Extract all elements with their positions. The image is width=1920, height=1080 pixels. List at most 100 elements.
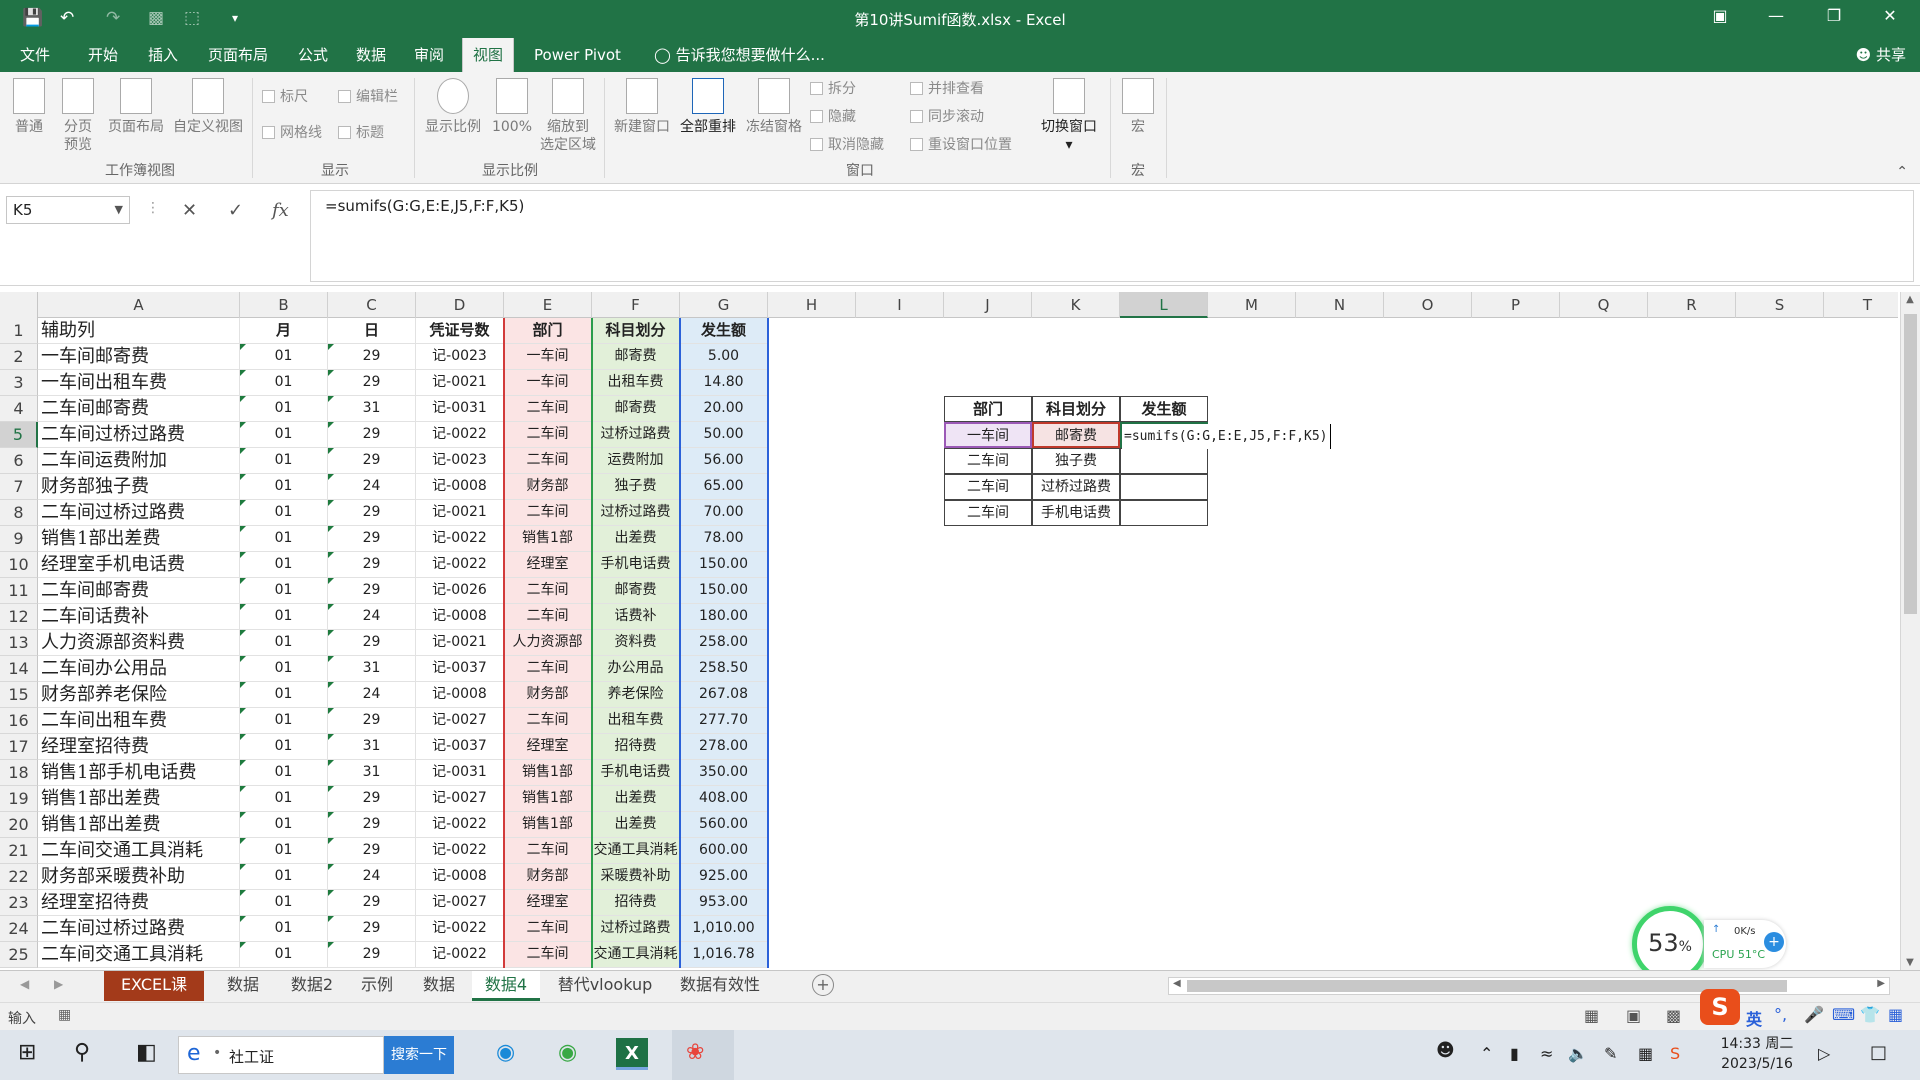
data-cell[interactable]: 经理室招待费 (38, 890, 240, 916)
data-cell[interactable]: 二车间过桥过路费 (38, 916, 240, 942)
people-icon[interactable]: ☻ (1436, 1040, 1455, 1061)
data-cell[interactable]: 31 (328, 656, 416, 682)
data-cell[interactable]: 手机电话费 (592, 760, 680, 786)
summary-item-cell[interactable]: 邮寄费 (1032, 422, 1120, 448)
data-cell[interactable]: 560.00 (680, 812, 768, 838)
data-cell[interactable]: 销售1部手机电话费 (38, 760, 240, 786)
scroll-thumb[interactable] (1904, 314, 1917, 614)
data-cell[interactable]: 925.00 (680, 864, 768, 890)
header-cell[interactable]: 日 (328, 318, 416, 344)
data-cell[interactable]: 24 (328, 864, 416, 890)
add-sheet-icon[interactable]: + (812, 974, 834, 996)
scroll-up-icon[interactable]: ▲ (1903, 294, 1917, 305)
formula-bar-checkbox[interactable]: 编辑栏 (338, 88, 398, 106)
data-cell[interactable]: 二车间 (504, 708, 592, 734)
data-cell[interactable]: 29 (328, 500, 416, 526)
scroll-thumb[interactable] (1187, 980, 1787, 992)
zoom-button[interactable]: 显示比例 (420, 78, 486, 136)
data-cell[interactable]: 01 (240, 864, 328, 890)
data-cell[interactable]: 1,010.00 (680, 916, 768, 942)
column-header-i[interactable]: I (856, 292, 944, 318)
summary-amount-cell[interactable] (1120, 474, 1208, 500)
data-cell[interactable]: 01 (240, 500, 328, 526)
data-cell[interactable]: 一车间 (504, 344, 592, 370)
row-header[interactable]: 17 (0, 734, 38, 760)
tab-insert[interactable]: 插入 (138, 38, 188, 72)
data-cell[interactable]: 话费补 (592, 604, 680, 630)
data-cell[interactable]: 财务部独子费 (38, 474, 240, 500)
summary-item-cell[interactable]: 手机电话费 (1032, 500, 1120, 526)
row-header[interactable]: 5 (0, 422, 38, 448)
data-cell[interactable]: 记-0008 (416, 864, 504, 890)
prev-sheet-icon[interactable]: ◀ (20, 977, 29, 991)
collapse-ribbon-icon[interactable]: ⌃ (1896, 164, 1908, 180)
row-header[interactable]: 8 (0, 500, 38, 526)
select-all-corner[interactable] (0, 292, 38, 318)
normal-view-icon[interactable]: ▦ (1584, 1006, 1599, 1025)
data-cell[interactable]: 记-0027 (416, 890, 504, 916)
row-header[interactable]: 21 (0, 838, 38, 864)
reset-window-position-button[interactable]: 重设窗口位置 (910, 136, 1012, 154)
summary-dept-cell[interactable]: 一车间 (944, 422, 1032, 448)
data-cell[interactable]: 278.00 (680, 734, 768, 760)
data-cell[interactable]: 记-0022 (416, 838, 504, 864)
data-cell[interactable]: 29 (328, 942, 416, 968)
sheet-tab[interactable]: 示例 (350, 971, 404, 1001)
data-cell[interactable]: 29 (328, 630, 416, 656)
data-cell[interactable]: 29 (328, 526, 416, 552)
sogou-tray-icon[interactable]: S (1670, 1044, 1680, 1063)
windows-start-icon[interactable]: ⊞ (18, 1040, 36, 1065)
data-cell[interactable]: 01 (240, 578, 328, 604)
gridlines-checkbox[interactable]: 网格线 (262, 124, 322, 142)
data-cell[interactable]: 56.00 (680, 448, 768, 474)
summary-header-cell[interactable]: 部门 (944, 396, 1032, 422)
data-cell[interactable]: 过桥过路费 (592, 916, 680, 942)
row-header[interactable]: 16 (0, 708, 38, 734)
row-header[interactable]: 7 (0, 474, 38, 500)
scroll-down-icon[interactable]: ▼ (1903, 957, 1917, 968)
row-header[interactable]: 19 (0, 786, 38, 812)
data-cell[interactable]: 5.00 (680, 344, 768, 370)
data-cell[interactable]: 01 (240, 552, 328, 578)
restore-button[interactable]: ❐ (1814, 6, 1854, 25)
task-view-icon[interactable]: ◧ (136, 1040, 157, 1065)
column-header-p[interactable]: P (1472, 292, 1560, 318)
page-layout-icon[interactable]: ▣ (1626, 1006, 1641, 1025)
data-cell[interactable]: 180.00 (680, 604, 768, 630)
data-cell[interactable]: 01 (240, 396, 328, 422)
punctuation-icon[interactable]: °, (1774, 1005, 1787, 1024)
data-cell[interactable]: 财务部 (504, 682, 592, 708)
data-cell[interactable]: 二车间 (504, 422, 592, 448)
data-cell[interactable]: 养老保险 (592, 682, 680, 708)
data-cell[interactable]: 29 (328, 370, 416, 396)
data-cell[interactable]: 29 (328, 708, 416, 734)
search-go-button[interactable]: 搜索一下 (384, 1036, 454, 1074)
tab-file[interactable]: 文件 (10, 38, 60, 72)
data-cell[interactable]: 01 (240, 838, 328, 864)
summary-header-cell[interactable]: 科目划分 (1032, 396, 1120, 422)
summary-amount-cell[interactable] (1120, 500, 1208, 526)
row-header[interactable]: 15 (0, 682, 38, 708)
tab-home[interactable]: 开始 (78, 38, 128, 72)
column-header-g[interactable]: G (680, 292, 768, 318)
data-cell[interactable]: 953.00 (680, 890, 768, 916)
tab-view[interactable]: 视图 (462, 38, 515, 72)
tab-data[interactable]: 数据 (346, 38, 396, 72)
microphone-icon[interactable]: 🎤 (1804, 1005, 1824, 1024)
data-cell[interactable]: 14.80 (680, 370, 768, 396)
column-header-m[interactable]: M (1208, 292, 1296, 318)
column-header-a[interactable]: A (38, 292, 240, 318)
data-cell[interactable]: 78.00 (680, 526, 768, 552)
data-cell[interactable]: 销售1部 (504, 812, 592, 838)
column-header-e[interactable]: E (504, 292, 592, 318)
ime-tray-icon[interactable]: ▦ (1638, 1044, 1653, 1063)
new-window-button[interactable]: 新建窗口 (610, 78, 674, 136)
data-cell[interactable]: 二车间 (504, 448, 592, 474)
column-header-t[interactable]: T (1824, 292, 1912, 318)
sheet-tab[interactable]: 替代vlookup (546, 971, 664, 1001)
data-cell[interactable]: 267.08 (680, 682, 768, 708)
data-cell[interactable]: 31 (328, 734, 416, 760)
column-header-b[interactable]: B (240, 292, 328, 318)
volume-icon[interactable]: 🔈 (1568, 1044, 1588, 1063)
data-cell[interactable]: 财务部 (504, 474, 592, 500)
